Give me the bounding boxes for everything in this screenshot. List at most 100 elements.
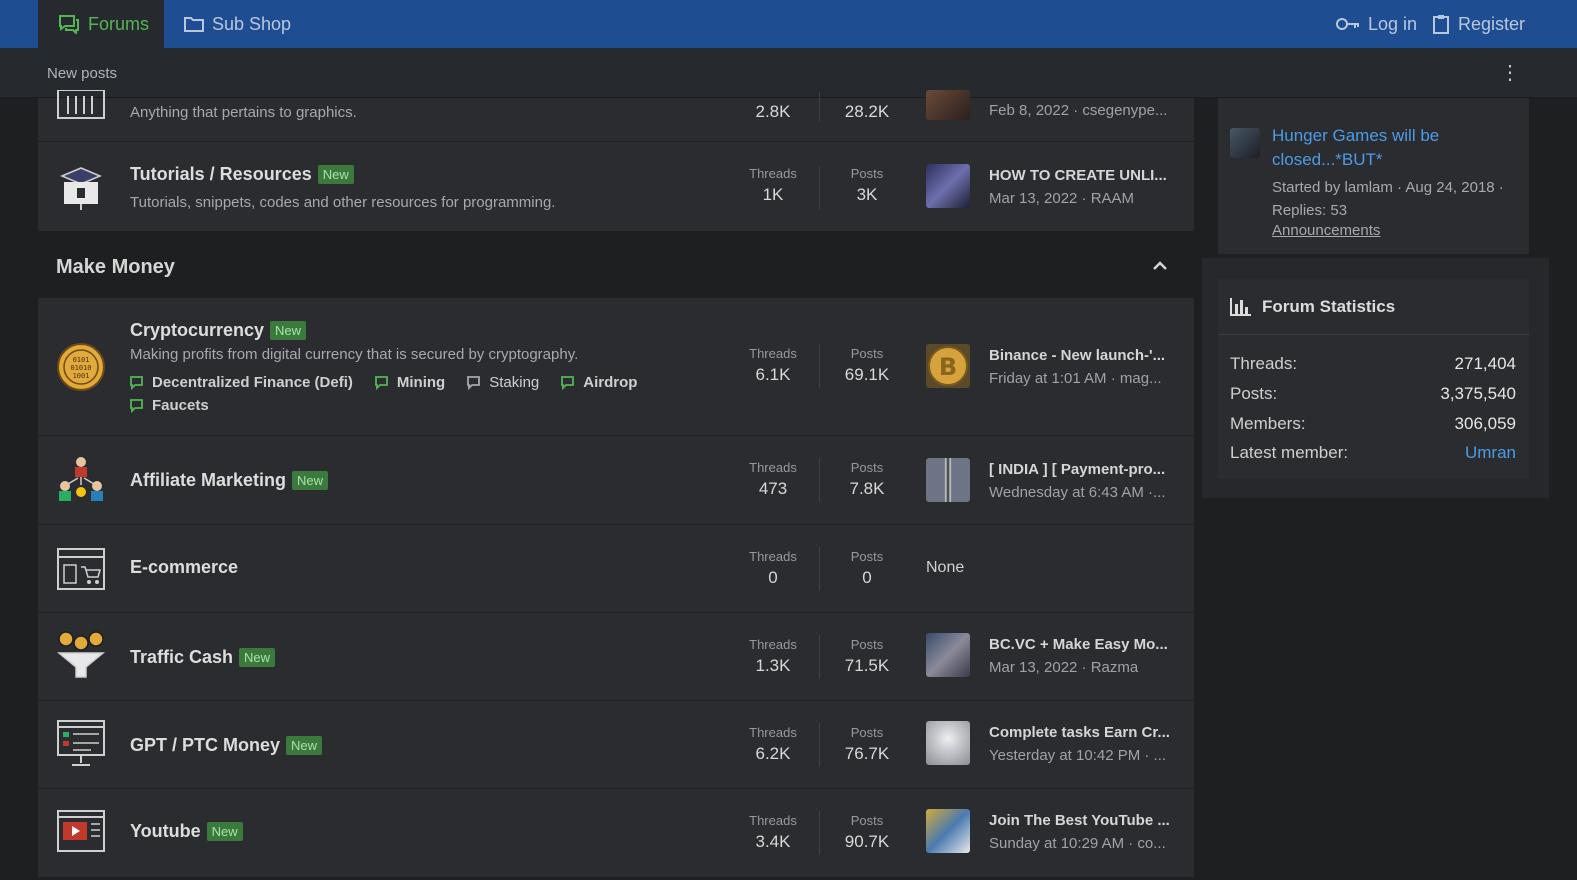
ecommerce-icon [57, 548, 105, 590]
subforum-defi[interactable]: Decentralized Finance (Defi) [130, 374, 353, 391]
new-badge: New [239, 648, 276, 667]
latest-post-meta[interactable]: Mar 13, 2022 · RAAM [989, 190, 1184, 207]
subforum-label: Faucets [152, 397, 209, 414]
latest-threads-widget: Hunger Games will be closed...*BUT* Star… [1218, 98, 1529, 254]
subforum-icon [130, 375, 143, 390]
forum-node-graphics[interactable]: Anything that pertains to graphics. 2.8K… [38, 90, 1194, 142]
threads-label: Threads [749, 813, 797, 828]
subforum-mining[interactable]: Mining [374, 374, 446, 391]
monitor-tasks-icon [57, 720, 105, 766]
avatar[interactable] [1230, 128, 1260, 158]
forum-node-gpt-ptc-money[interactable]: GPT / PTC Money New Threads 6.2K Posts 76.7… [38, 701, 1194, 789]
forum-title[interactable]: Affiliate Marketing [130, 470, 286, 491]
subforum-list: Decentralized Finance (Defi) Mining Stak… [130, 374, 637, 391]
threads-count: 6.1K [755, 365, 791, 384]
latest-thread-title[interactable]: Complete tasks Earn Cr... [989, 724, 1184, 741]
forum-title[interactable]: GPT / PTC Money [130, 735, 280, 756]
subforum-faucets[interactable]: Faucets [130, 397, 209, 414]
forum-node-affiliate-marketing[interactable]: Affiliate Marketing New Threads 473 Posts 7… [38, 436, 1194, 525]
posts-count: 90.7K [844, 832, 890, 851]
category-title[interactable]: Make Money [56, 256, 175, 279]
stat-row-members: Members: 306,059 [1230, 414, 1516, 434]
threads-label: Threads [749, 725, 797, 740]
forum-icon [59, 15, 79, 34]
sidebar-thread-forum-link[interactable]: Announcements [1272, 222, 1380, 239]
latest-post-meta[interactable]: Sunday at 10:29 AM · co... [989, 835, 1184, 852]
posts-count: 69.1K [844, 365, 890, 384]
avatar[interactable] [926, 721, 970, 765]
svg-text:1001: 1001 [73, 372, 90, 380]
key-icon [1336, 18, 1359, 30]
latest-thread-title[interactable]: HOW TO CREATE UNLI... [989, 167, 1184, 184]
new-badge: New [206, 822, 243, 841]
forum-node-cryptocurrency[interactable]: 0101 01010 1001 Cryptocurrency New Making p… [38, 298, 1194, 436]
avatar[interactable] [926, 164, 970, 208]
posts-count: 3K [856, 185, 878, 204]
latest-member-link[interactable]: Umran [1465, 443, 1516, 463]
forum-statistics-widget: Forum Statistics Threads: 271,404 Posts: 3… [1218, 279, 1529, 479]
avatar[interactable] [926, 458, 970, 502]
avatar[interactable] [926, 90, 970, 120]
threads-label: Threads [749, 637, 797, 652]
forum-title[interactable]: Traffic Cash [130, 647, 233, 668]
register-link[interactable]: Register [1412, 0, 1545, 48]
threads-count: 3.4K [755, 832, 791, 851]
bitcoin-avatar[interactable]: B [926, 344, 970, 388]
latest-thread-title[interactable]: [ INDIA ] [ Payment-pro... [989, 461, 1184, 478]
posts-count: 71.5K [844, 656, 890, 675]
bar-chart-icon [1230, 297, 1251, 316]
threads-count: 473 [758, 479, 788, 498]
video-player-icon [57, 810, 105, 852]
forum-title[interactable]: Youtube [130, 821, 201, 842]
threads-label: Threads [749, 549, 797, 564]
threads-count: 6.2K [755, 744, 791, 763]
latest-thread-title[interactable]: BC.VC + Make Easy Mo... [989, 636, 1184, 653]
more-options-icon[interactable]: ⋮ [1500, 60, 1520, 86]
stat-value: 306,059 [1454, 414, 1516, 433]
clipboard-icon [1433, 15, 1449, 34]
graduation-cap-icon [60, 167, 102, 210]
chevron-up-icon[interactable] [1150, 256, 1170, 276]
tab-sub-shop[interactable]: Sub Shop [164, 0, 311, 48]
latest-post-meta[interactable]: Wednesday at 6:43 AM ·... [989, 484, 1184, 501]
subforum-airdrop[interactable]: Airdrop [561, 374, 637, 391]
subforum-staking[interactable]: Staking [467, 374, 539, 391]
stat-row-posts: Posts: 3,375,540 [1230, 384, 1516, 404]
latest-none: None [926, 559, 965, 576]
latest-post-meta[interactable]: Mar 13, 2022 · Razma [989, 659, 1184, 676]
stat-row-threads: Threads: 271,404 [1230, 354, 1516, 374]
stat-label: Threads: [1230, 354, 1298, 373]
forum-node-tutorials[interactable]: Tutorials / Resources New Tutorials, snip… [38, 142, 1194, 232]
threads-count: 1K [762, 185, 784, 204]
latest-post-meta[interactable]: Friday at 1:01 AM · mag... [989, 370, 1184, 387]
forum-node-traffic-cash[interactable]: Traffic Cash New Threads 1.3K Posts 71.5K B… [38, 613, 1194, 701]
tab-forums[interactable]: Forums [38, 0, 164, 48]
forum-title[interactable]: Tutorials / Resources [130, 164, 312, 185]
category-header-make-money[interactable]: Make Money [38, 232, 1194, 298]
posts-label: Posts [850, 166, 884, 181]
posts-count: 76.7K [844, 744, 890, 763]
forum-title[interactable]: Cryptocurrency [130, 320, 264, 341]
forum-node-youtube[interactable]: Youtube New Threads 3.4K Posts 90.7K Join T… [38, 789, 1194, 878]
new-posts-link[interactable]: New posts [47, 65, 117, 82]
avatar[interactable] [926, 633, 970, 677]
avatar[interactable] [926, 809, 970, 853]
stat-label: Posts: [1230, 384, 1278, 403]
stat-row-latest-member: Latest member: Umran [1230, 443, 1516, 463]
latest-post-meta[interactable]: Feb 8, 2022 · csegenype... [989, 102, 1184, 119]
login-label: Log in [1368, 13, 1418, 34]
posts-count: 7.8K [849, 479, 885, 498]
subforum-icon [130, 398, 143, 413]
subforum-label: Airdrop [583, 374, 638, 391]
stat-value: 271,404 [1454, 354, 1516, 373]
forum-title[interactable]: E-commerce [130, 557, 238, 578]
latest-post-meta[interactable]: Yesterday at 10:42 PM · ... [989, 747, 1184, 764]
threads-label: Threads [749, 460, 797, 475]
sidebar-thread-title[interactable]: Hunger Games will be closed...*BUT* [1272, 124, 1522, 172]
forum-node-ecommerce[interactable]: E-commerce Threads 0 Posts 0 None [38, 525, 1194, 613]
posts-label: Posts [850, 813, 884, 828]
subforum-label: Mining [396, 374, 446, 391]
latest-thread-title[interactable]: Binance - New launch-'... [989, 347, 1184, 364]
latest-thread-title[interactable]: Join The Best YouTube ... [989, 812, 1184, 829]
posts-label: Posts [850, 460, 884, 475]
